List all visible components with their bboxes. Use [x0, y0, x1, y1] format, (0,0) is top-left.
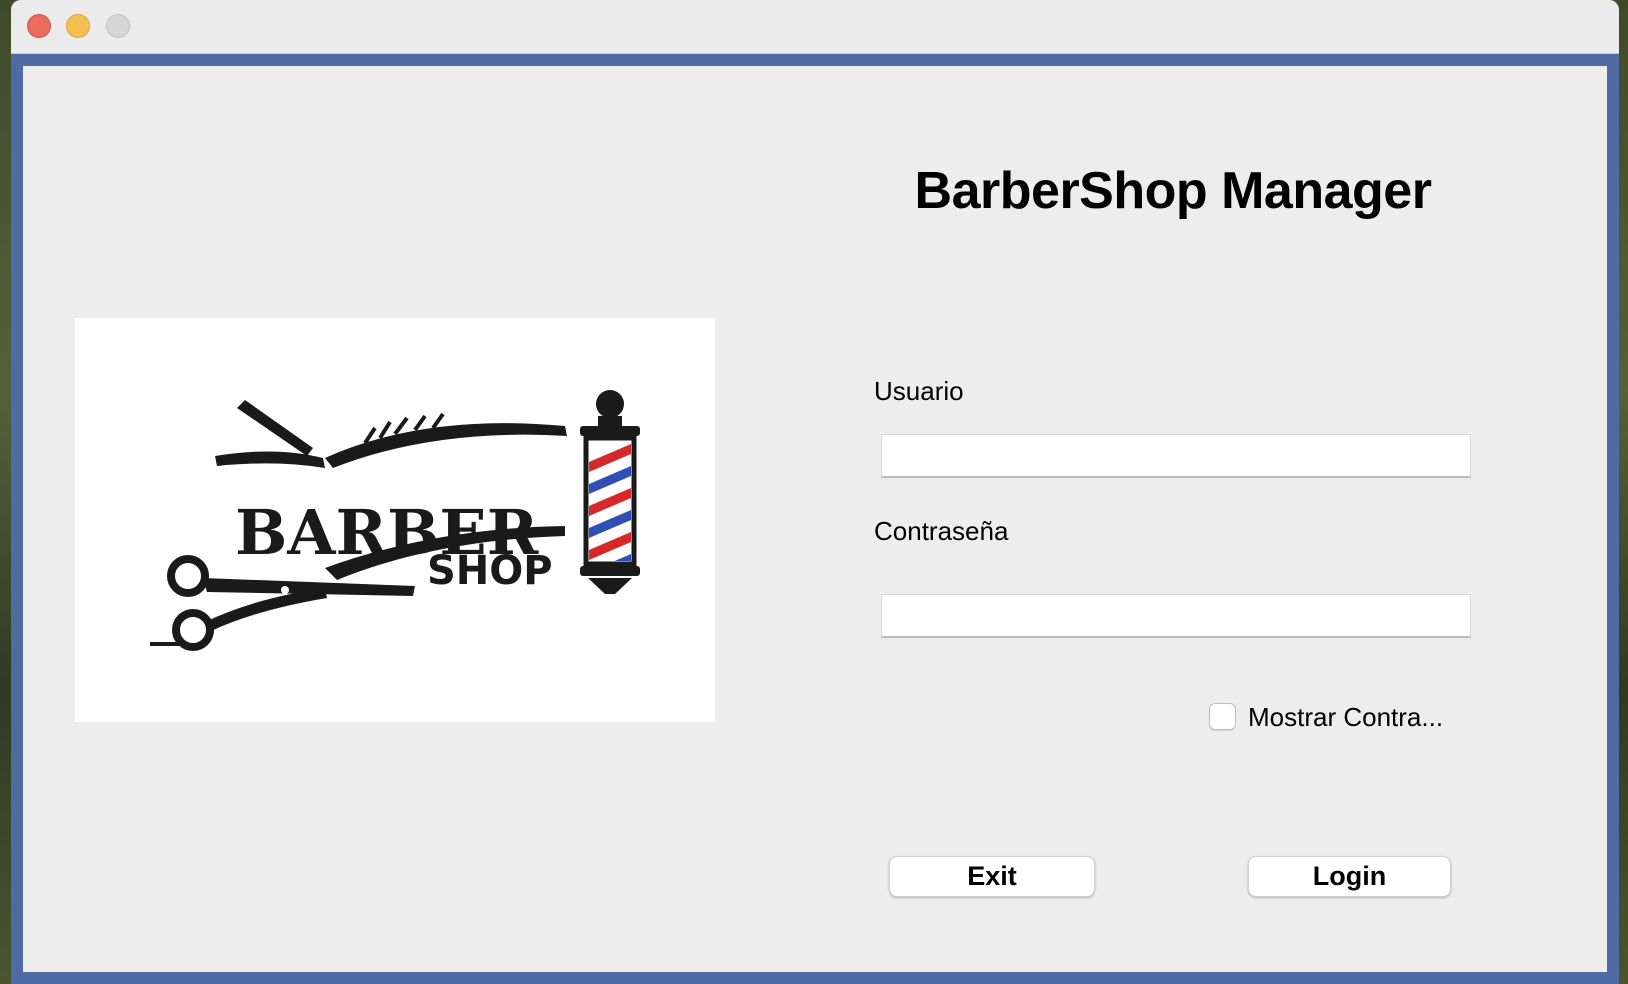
app-title: BarberShop Manager: [914, 162, 1432, 220]
exit-button[interactable]: Exit: [889, 856, 1095, 897]
logo-text-shop: SHOP: [427, 548, 553, 594]
zoom-button[interactable]: [106, 14, 130, 38]
show-password-label[interactable]: Mostrar Contra...: [1248, 702, 1443, 733]
barber-pole-icon: [580, 390, 640, 594]
razor-icon: [215, 400, 325, 468]
username-label: Usuario: [874, 376, 964, 406]
title-bar: [11, 0, 1619, 54]
minimize-button[interactable]: [66, 14, 90, 38]
scissors-icon: [150, 555, 415, 651]
window-frame: BarberShop Manager BARBER SHOP Usuario C…: [11, 54, 1619, 984]
show-password-checkbox[interactable]: [1209, 703, 1236, 730]
username-input[interactable]: [881, 434, 1471, 478]
close-button[interactable]: [27, 14, 51, 38]
login-panel: BarberShop Manager BARBER SHOP Usuario C…: [23, 66, 1607, 972]
password-label: Contraseña: [874, 516, 1009, 546]
app-window: BarberShop Manager BARBER SHOP Usuario C…: [11, 0, 1619, 984]
login-button[interactable]: Login: [1248, 856, 1451, 897]
barbershop-logo: BARBER SHOP: [75, 318, 715, 722]
password-input[interactable]: [881, 594, 1471, 638]
